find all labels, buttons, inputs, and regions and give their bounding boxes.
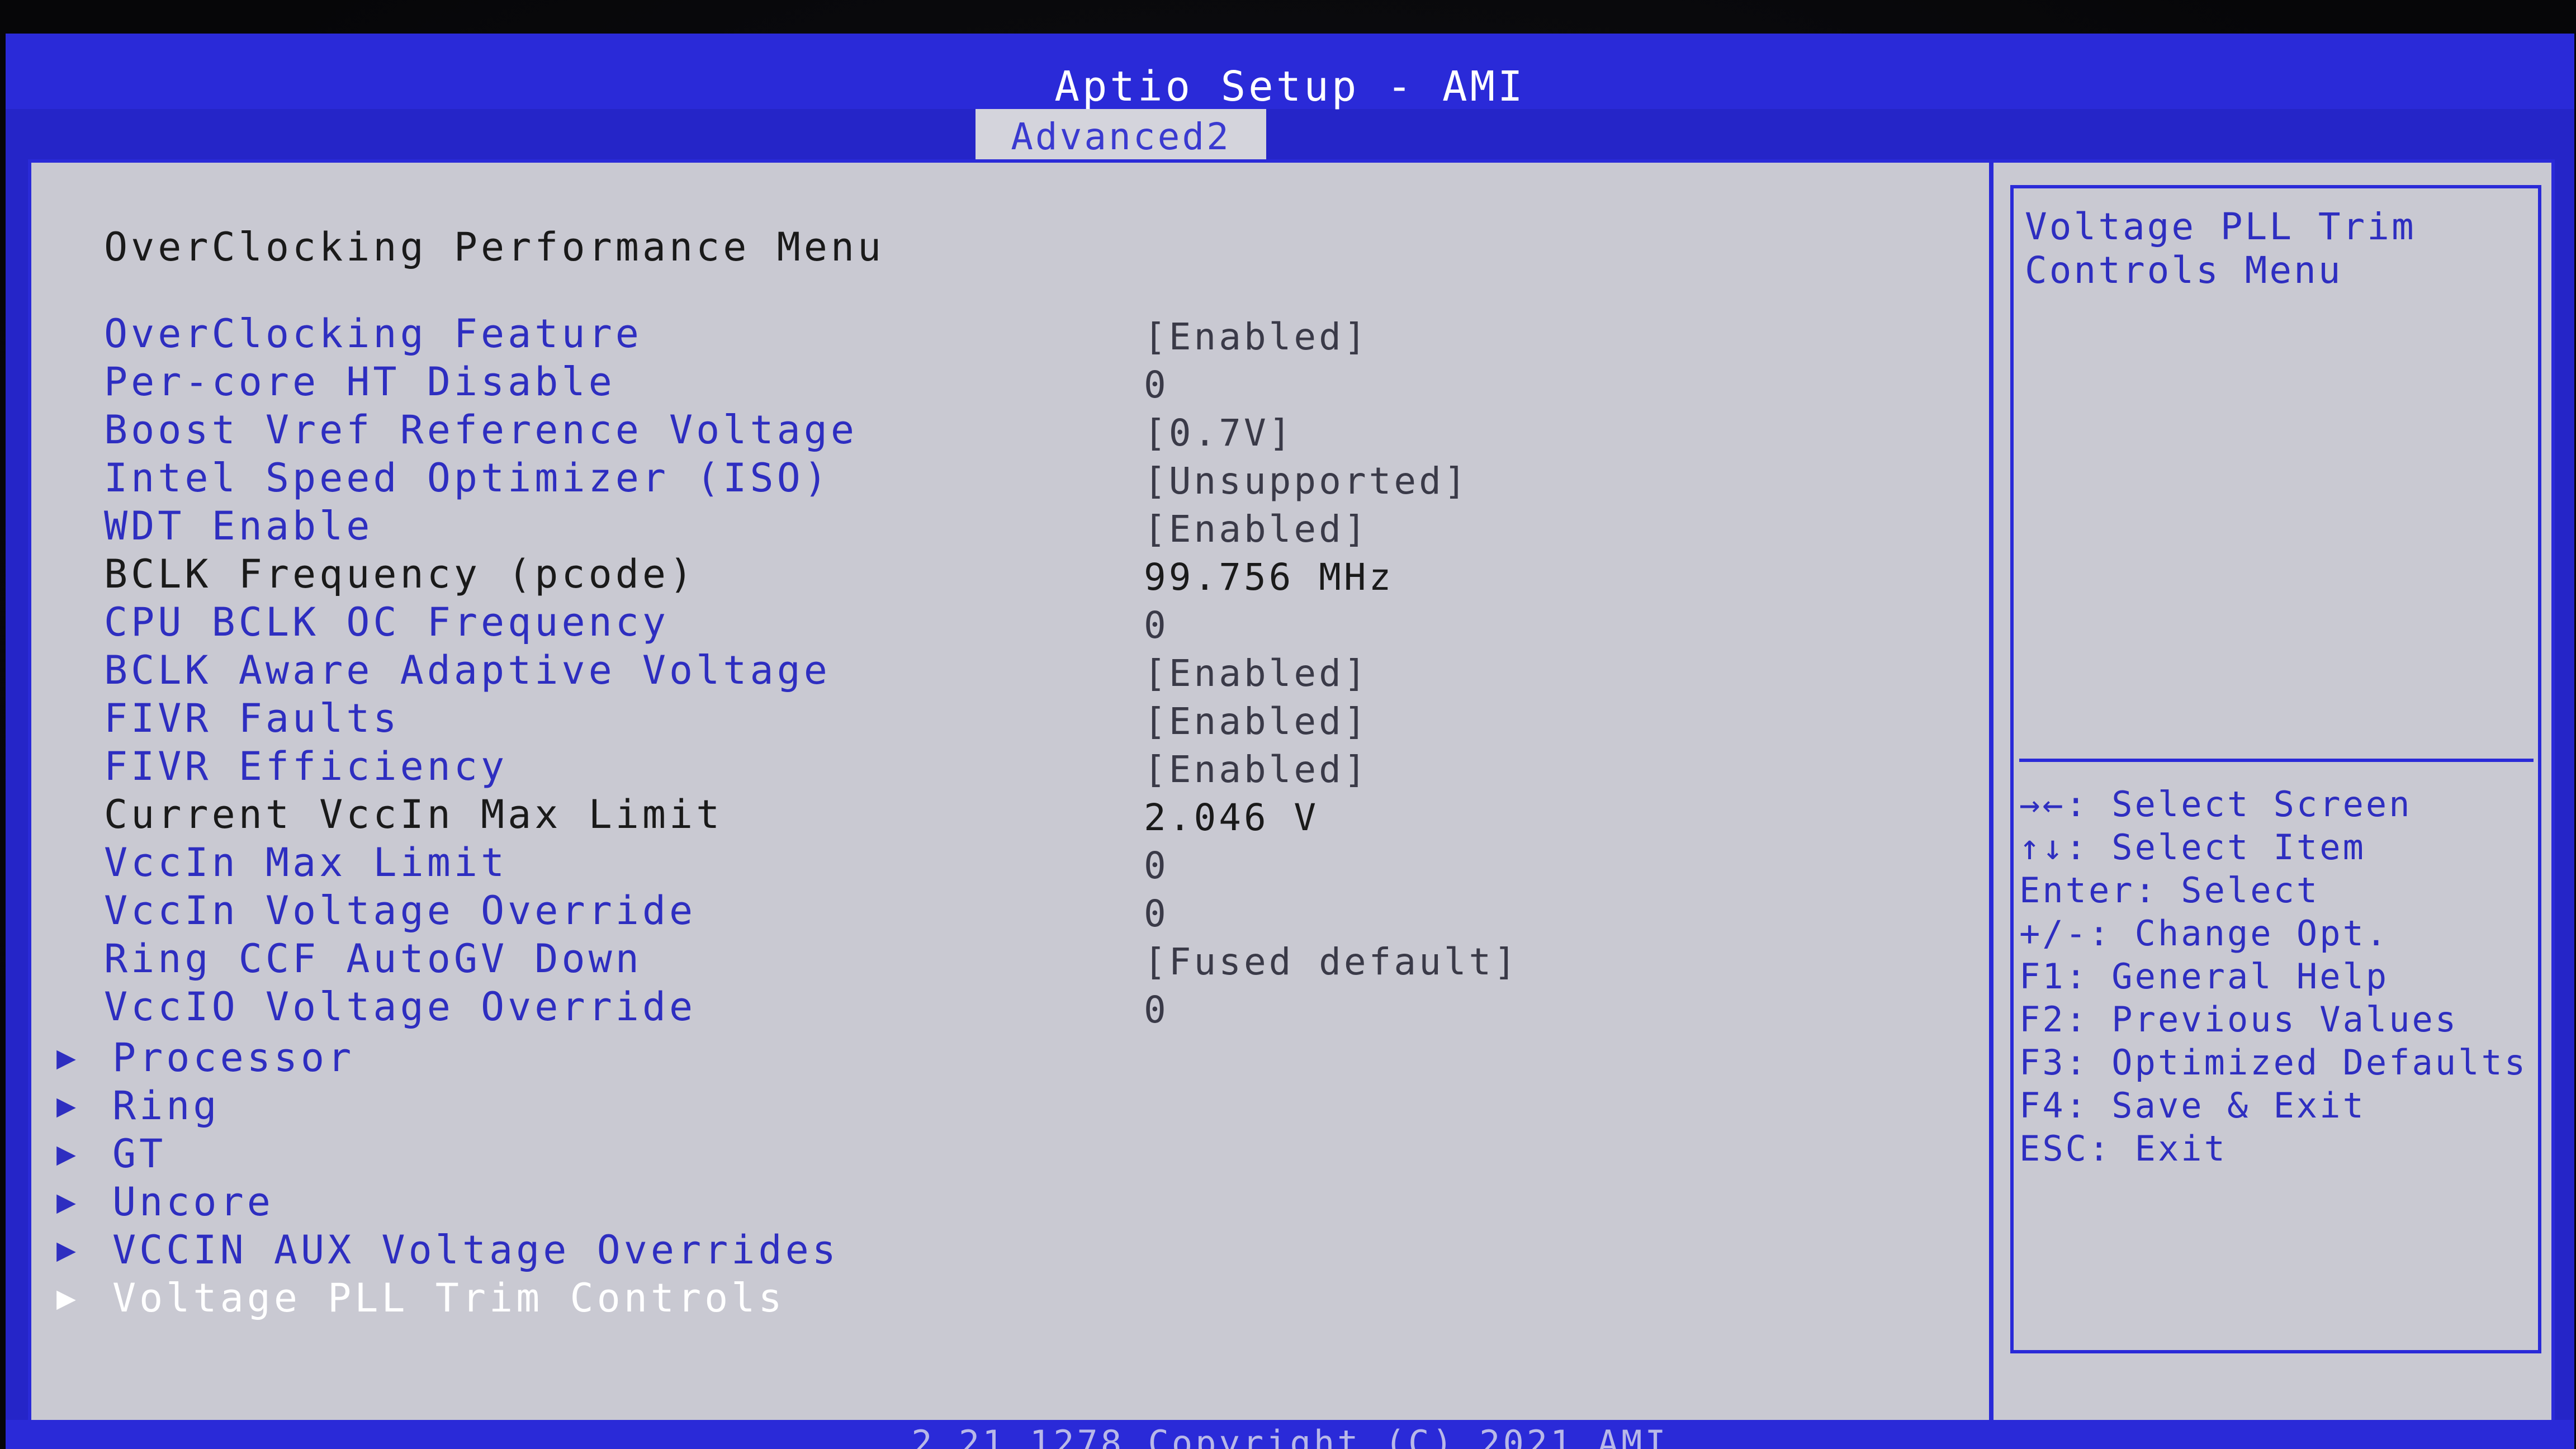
setting-intel-speed-optimizer[interactable]: Intel Speed Optimizer (ISO) [Unsupported… (104, 455, 1949, 503)
setting-value: 2.046 V (1144, 796, 1319, 839)
content-panel: OverClocking Performance Menu OverClocki… (28, 159, 2555, 1431)
setting-label: FIVR Efficiency (104, 744, 508, 789)
setting-value[interactable]: 0 (1144, 892, 1169, 935)
setting-label: Per-core HT Disable (104, 359, 615, 405)
submenu-label: Ring (112, 1083, 220, 1129)
submenu-arrow-icon: ▶ (56, 1134, 76, 1172)
submenu-arrow-icon: ▶ (56, 1230, 76, 1268)
setting-value: 99.756 MHz (1144, 556, 1394, 599)
submenu-ring[interactable]: ▶ Ring (56, 1083, 1175, 1131)
monitor-screen: Aptio Setup - AMI Advanced2 OverClocking… (0, 0, 2576, 1449)
setting-label: Ring CCF AutoGV Down (104, 936, 642, 982)
setting-value[interactable]: 0 (1144, 844, 1169, 887)
app-title: Aptio Setup - AMI (1054, 63, 1526, 111)
submenu-arrow-icon: ▶ (56, 1278, 76, 1317)
key-optimized-defaults: F3: Optimized Defaults (2019, 1042, 2528, 1083)
submenu-label: VCCIN AUX Voltage Overrides (112, 1227, 839, 1273)
setting-value[interactable]: 0 (1144, 988, 1169, 1031)
setting-value[interactable]: 0 (1144, 604, 1169, 647)
setting-value[interactable]: 0 (1144, 363, 1169, 406)
setting-overclocking-feature[interactable]: OverClocking Feature [Enabled] (104, 311, 1949, 359)
submenu-uncore[interactable]: ▶ Uncore (56, 1179, 1175, 1227)
submenu-arrow-icon: ▶ (56, 1038, 76, 1076)
key-previous-values: F2: Previous Values (2019, 999, 2459, 1040)
setting-value[interactable]: [Fused default] (1144, 940, 1519, 983)
submenu-label: GT (112, 1131, 167, 1177)
footer-bar: 2.21.1278 Copyright (C) 2021 AMI (6, 1420, 2574, 1449)
key-esc-exit: ESC: Exit (2019, 1128, 2227, 1169)
submenu-gt[interactable]: ▶ GT (56, 1131, 1175, 1179)
setting-boost-vref[interactable]: Boost Vref Reference Voltage [0.7V] (104, 407, 1949, 455)
bios-setup-window: Aptio Setup - AMI Advanced2 OverClocking… (6, 34, 2574, 1449)
setting-label: Current VccIn Max Limit (104, 792, 723, 837)
copyright-text: 2.21.1278 Copyright (C) 2021 AMI (911, 1423, 1669, 1449)
setting-label: Boost Vref Reference Voltage (104, 407, 858, 453)
setting-fivr-faults[interactable]: FIVR Faults [Enabled] (104, 695, 1949, 744)
help-panel: Voltage PLL Trim Controls Menu →←: Selec… (2010, 185, 2541, 1353)
setting-label: BCLK Frequency (pcode) (104, 551, 697, 597)
setting-vccio-voltage-override[interactable]: VccIO Voltage Override 0 (104, 984, 1949, 1032)
submenu-arrow-icon: ▶ (56, 1182, 76, 1220)
key-select-screen: →←: Select Screen (2019, 784, 2412, 825)
setting-label: Intel Speed Optimizer (ISO) (104, 455, 831, 501)
submenu-arrow-icon: ▶ (56, 1086, 76, 1124)
setting-value[interactable]: [Enabled] (1144, 700, 1369, 743)
setting-label: OverClocking Feature (104, 311, 642, 357)
key-enter-select: Enter: Select (2019, 870, 2320, 911)
setting-value[interactable]: [Enabled] (1144, 652, 1369, 695)
setting-label: VccIO Voltage Override (104, 984, 697, 1030)
key-change-opt: +/-: Change Opt. (2019, 913, 2389, 954)
key-save-exit: F4: Save & Exit (2019, 1085, 2366, 1126)
setting-label: WDT Enable (104, 503, 373, 549)
info-current-vccin-max-limit: Current VccIn Max Limit 2.046 V (104, 792, 1949, 840)
setting-label: FIVR Faults (104, 695, 400, 741)
setting-value[interactable]: [Enabled] (1144, 748, 1369, 791)
submenu-vccin-aux-voltage-overrides[interactable]: ▶ VCCIN AUX Voltage Overrides (56, 1227, 1175, 1275)
setting-vccin-max-limit[interactable]: VccIn Max Limit 0 (104, 840, 1949, 888)
submenu-label: Uncore (112, 1179, 274, 1225)
setting-bclk-aware-adaptive-voltage[interactable]: BCLK Aware Adaptive Voltage [Enabled] (104, 647, 1949, 695)
setting-cpu-bclk-oc-frequency[interactable]: CPU BCLK OC Frequency 0 (104, 599, 1949, 647)
setting-fivr-efficiency[interactable]: FIVR Efficiency [Enabled] (104, 744, 1949, 792)
key-legend: →←: Select Screen ↑↓: Select Item Enter:… (2019, 784, 2539, 1171)
submenu-processor[interactable]: ▶ Processor (56, 1035, 1175, 1083)
key-select-item: ↑↓: Select Item (2019, 827, 2366, 868)
setting-value[interactable]: [Unsupported] (1144, 460, 1469, 503)
setting-value[interactable]: [Enabled] (1144, 315, 1369, 358)
setting-label: BCLK Aware Adaptive Voltage (104, 647, 831, 693)
setting-ring-ccf-autogv-down[interactable]: Ring CCF AutoGV Down [Fused default] (104, 936, 1949, 984)
setting-label: VccIn Voltage Override (104, 888, 697, 934)
settings-panel: OverClocking Performance Menu OverClocki… (31, 163, 1993, 1428)
info-bclk-frequency: BCLK Frequency (pcode) 99.756 MHz (104, 551, 1949, 599)
submenu-label: Processor (112, 1035, 355, 1081)
key-general-help: F1: General Help (2019, 956, 2389, 997)
help-description-line: Controls Menu (2025, 249, 2343, 292)
help-divider (2019, 759, 2534, 762)
setting-value[interactable]: [0.7V] (1144, 411, 1294, 454)
help-description-line: Voltage PLL Trim (2025, 205, 2416, 248)
submenu-label: Voltage PLL Trim Controls (112, 1275, 785, 1321)
title-bar: Aptio Setup - AMI (6, 34, 2574, 109)
settings-list: OverClocking Feature [Enabled] Per-core … (104, 311, 1949, 1032)
setting-wdt-enable[interactable]: WDT Enable [Enabled] (104, 503, 1949, 551)
setting-label: VccIn Max Limit (104, 840, 508, 886)
submenu-voltage-pll-trim-controls[interactable]: ▶ Voltage PLL Trim Controls (56, 1275, 1175, 1323)
menu-heading: OverClocking Performance Menu (104, 224, 885, 270)
setting-vccin-voltage-override[interactable]: VccIn Voltage Override 0 (104, 888, 1949, 936)
setting-label: CPU BCLK OC Frequency (104, 599, 670, 645)
tab-advanced2[interactable]: Advanced2 (976, 109, 1266, 165)
setting-per-core-ht-disable[interactable]: Per-core HT Disable 0 (104, 359, 1949, 407)
setting-value[interactable]: [Enabled] (1144, 508, 1369, 551)
submenu-list: ▶ Processor ▶ Ring ▶ GT ▶ Uncore ▶ VCCIN… (56, 1035, 1175, 1323)
help-description: Voltage PLL Trim Controls Menu (2025, 205, 2528, 292)
